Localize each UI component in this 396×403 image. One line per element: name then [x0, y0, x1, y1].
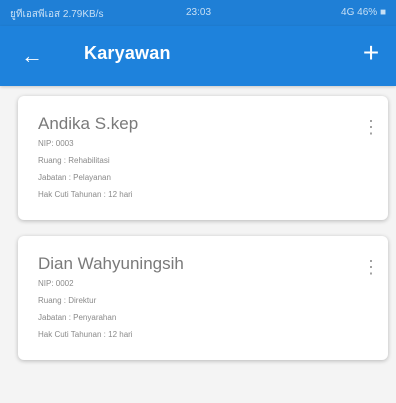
- employee-name: Dian Wahyuningsih: [38, 254, 184, 273]
- employee-name: Andika S.kep: [38, 114, 139, 133]
- more-vert-icon[interactable]: ⋮: [362, 256, 380, 278]
- page-title: Karyawan: [84, 43, 171, 63]
- more-vert-icon[interactable]: ⋮: [362, 116, 380, 138]
- plus-icon: +: [362, 37, 380, 68]
- arrow-left-icon: ←: [21, 43, 43, 68]
- employee-leave: Hak Cuti Tahunan : 12 hari: [38, 190, 133, 199]
- employee-position: Jabatan : Penyarahan: [38, 313, 117, 322]
- employee-nip: NIP: 0002: [38, 279, 74, 288]
- status-bar: ยูทีเอสพีเอส 2.79KB/s 23:03 4G 46% ■: [0, 0, 396, 26]
- app-bar: ← Karyawan +: [0, 26, 396, 86]
- employee-leave: Hak Cuti Tahunan : 12 hari: [38, 330, 133, 339]
- add-button[interactable]: +: [358, 37, 384, 68]
- employee-card[interactable]: Andika S.kep NIP: 0003 Ruang : Rehabilit…: [18, 96, 388, 220]
- employee-card[interactable]: Dian Wahyuningsih NIP: 0002 Ruang : Dire…: [18, 236, 388, 360]
- status-right-text: 4G 46% ■: [341, 7, 386, 18]
- employee-position: Jabatan : Pelayanan: [38, 173, 111, 182]
- employee-nip: NIP: 0003: [38, 139, 74, 148]
- back-button[interactable]: ←: [18, 42, 46, 70]
- employee-room: Ruang : Rehabilitasi: [38, 156, 110, 165]
- status-left-text: ยูทีเอสพีเอส 2.79KB/s: [10, 9, 104, 20]
- status-time: 23:03: [186, 7, 212, 18]
- employee-room: Ruang : Direktur: [38, 296, 97, 305]
